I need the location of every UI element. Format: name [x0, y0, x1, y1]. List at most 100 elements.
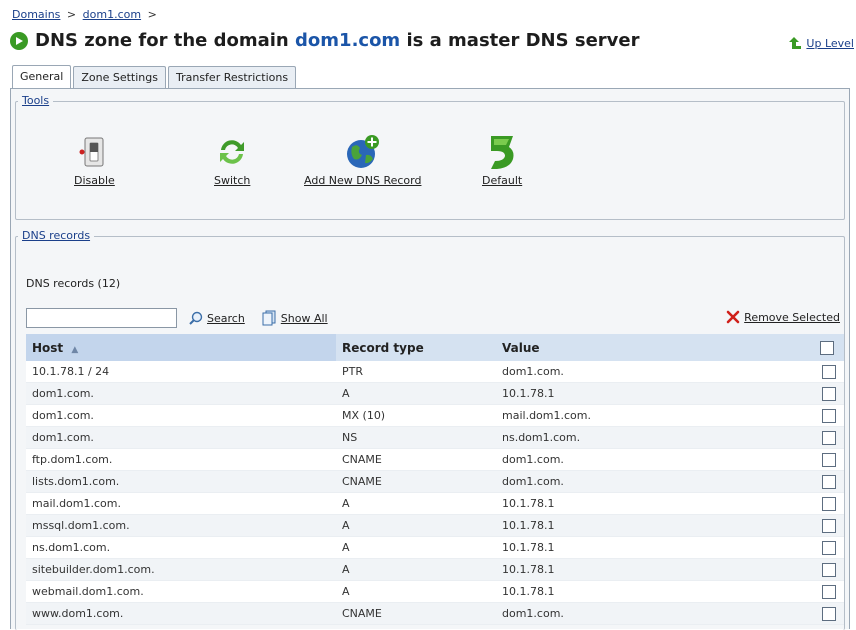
up-arrow-icon	[789, 37, 802, 49]
play-status-icon	[10, 31, 28, 50]
cell-select	[814, 448, 844, 471]
search-bar: Search Show All	[26, 308, 328, 328]
show-all-label: Show All	[280, 311, 328, 325]
cell-select	[814, 580, 844, 603]
cell-host: www.dom1.com.	[26, 602, 336, 625]
globe-add-icon	[346, 135, 379, 168]
cell-select	[814, 426, 844, 449]
cell-host: ns.dom1.com.	[26, 536, 336, 559]
row-checkbox[interactable]	[822, 606, 836, 621]
cell-select	[814, 536, 844, 559]
row-checkbox[interactable]	[822, 540, 836, 555]
select-all-header	[814, 334, 844, 361]
tab-bar: General Zone Settings Transfer Restricti…	[12, 65, 298, 90]
disable-tool-button[interactable]: Disable	[74, 132, 115, 187]
up-level-label: Up Level	[806, 36, 854, 50]
cell-type: CNAME	[336, 470, 496, 493]
cell-value: mail.dom1.com.	[496, 404, 814, 427]
search-label: Search	[207, 311, 245, 325]
page-header: DNS zone for the domain dom1.com is a ma…	[10, 30, 639, 51]
host-header-label: Host	[32, 340, 64, 355]
cell-select	[814, 602, 844, 625]
breadcrumb-separator: >	[147, 8, 157, 21]
cell-value: 10.1.78.1	[496, 558, 814, 581]
row-checkbox[interactable]	[822, 386, 836, 401]
cell-type: A	[336, 536, 496, 559]
table-row[interactable]: lists.dom1.com. CNAME dom1.com.	[26, 470, 844, 493]
cell-select	[814, 492, 844, 515]
tab-zone-settings[interactable]: Zone Settings	[73, 66, 166, 89]
select-all-checkbox[interactable]	[820, 340, 834, 355]
switch-tool-button[interactable]: Switch	[214, 132, 250, 187]
dns-records-table: Host ▲ Record type Value 10.1.78.1 / 24 P…	[26, 334, 844, 625]
table-body: 10.1.78.1 / 24 PTR dom1.com. dom1.com. A 10.1…	[26, 361, 844, 625]
row-checkbox[interactable]	[822, 584, 836, 599]
search-button[interactable]: Search	[189, 311, 245, 325]
column-header-value[interactable]: Value	[496, 334, 814, 361]
cell-type: A	[336, 514, 496, 537]
cell-value: dom1.com.	[496, 361, 814, 383]
column-header-host[interactable]: Host ▲	[26, 334, 336, 361]
cell-value: dom1.com.	[496, 470, 814, 493]
switch-toggle-icon	[79, 137, 104, 167]
row-checkbox[interactable]	[822, 518, 836, 533]
cell-type: A	[336, 382, 496, 405]
search-input[interactable]	[26, 308, 177, 328]
row-checkbox[interactable]	[822, 562, 836, 577]
tools-group: Tools Disable Switch Add New DNS Record …	[15, 94, 845, 220]
main-panel: Tools Disable Switch Add New DNS Record …	[10, 88, 850, 630]
record-count: DNS records (12)	[26, 277, 121, 290]
row-checkbox[interactable]	[822, 408, 836, 423]
table-row[interactable]: ns.dom1.com. A 10.1.78.1	[26, 536, 844, 559]
table-row[interactable]: sitebuilder.dom1.com. A 10.1.78.1	[26, 558, 844, 581]
cell-select	[814, 382, 844, 405]
table-row[interactable]: dom1.com. A 10.1.78.1	[26, 382, 844, 405]
default-tool-label: Default	[482, 174, 523, 187]
show-all-button[interactable]: Show All	[261, 310, 328, 326]
row-checkbox[interactable]	[822, 496, 836, 511]
table-row[interactable]: webmail.dom1.com. A 10.1.78.1	[26, 580, 844, 603]
table-row[interactable]: ftp.dom1.com. CNAME dom1.com.	[26, 448, 844, 471]
row-checkbox[interactable]	[822, 430, 836, 445]
cell-value: ns.dom1.com.	[496, 426, 814, 449]
cell-value: 10.1.78.1	[496, 492, 814, 515]
breadcrumb-domain-link[interactable]: dom1.com	[83, 8, 141, 21]
breadcrumb-domains-link[interactable]: Domains	[12, 8, 60, 21]
row-checkbox[interactable]	[822, 474, 836, 489]
table-row[interactable]: mssql.dom1.com. A 10.1.78.1	[26, 514, 844, 537]
cell-value: 10.1.78.1	[496, 536, 814, 559]
cell-host: dom1.com.	[26, 382, 336, 405]
table-row[interactable]: www.dom1.com. CNAME dom1.com.	[26, 602, 844, 625]
red-x-icon	[726, 310, 740, 324]
breadcrumb-separator: >	[66, 8, 77, 21]
tab-general[interactable]: General	[12, 65, 72, 90]
cell-host: mail.dom1.com.	[26, 492, 336, 515]
remove-selected-button[interactable]: Remove Selected	[726, 310, 840, 324]
cell-host: sitebuilder.dom1.com.	[26, 558, 336, 581]
cell-value: dom1.com.	[496, 448, 814, 471]
tools-legend: Tools	[18, 94, 54, 107]
table-row[interactable]: dom1.com. MX (10) mail.dom1.com.	[26, 404, 844, 427]
default-tool-button[interactable]: Default	[482, 132, 522, 187]
title-prefix: DNS zone for the domain	[35, 30, 289, 51]
table-row[interactable]: dom1.com. NS ns.dom1.com.	[26, 426, 844, 449]
column-header-record-type[interactable]: Record type	[336, 334, 496, 361]
disable-tool-label: Disable	[74, 174, 115, 187]
cell-value: 10.1.78.1	[496, 580, 814, 603]
cell-type: A	[336, 558, 496, 581]
row-checkbox[interactable]	[822, 452, 836, 467]
title-suffix: is a master DNS server	[406, 30, 640, 51]
tab-transfer-restrictions[interactable]: Transfer Restrictions	[167, 66, 297, 89]
row-checkbox[interactable]	[822, 364, 836, 379]
cell-select	[814, 361, 844, 383]
table-row[interactable]: mail.dom1.com. A 10.1.78.1	[26, 492, 844, 515]
up-level-button[interactable]: Up Level	[788, 36, 854, 50]
cell-select	[814, 470, 844, 493]
cell-host: webmail.dom1.com.	[26, 580, 336, 603]
table-row[interactable]: 10.1.78.1 / 24 PTR dom1.com.	[26, 361, 844, 383]
remove-selected-label: Remove Selected	[744, 310, 840, 324]
cell-host: dom1.com.	[26, 404, 336, 427]
cell-value: 10.1.78.1	[496, 382, 814, 405]
cell-type: CNAME	[336, 448, 496, 471]
add-dns-record-button[interactable]: Add New DNS Record	[304, 132, 421, 187]
